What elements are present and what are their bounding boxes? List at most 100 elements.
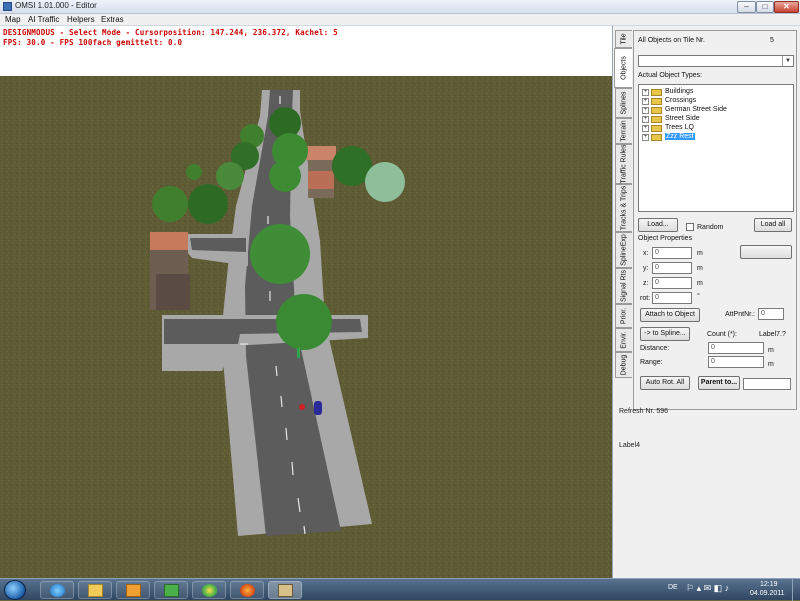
taskbar: DE ⚐ ▴ ✉ ◧ ♪ 12:19 04.09.2011 [0,578,800,601]
label7: Label7.? [759,331,786,338]
menu-extras[interactable]: Extras [101,15,124,24]
x-input[interactable]: 0 [652,247,692,259]
y-input[interactable]: 0 [652,262,692,274]
tree-node-crossings[interactable]: + Crossings [642,97,792,106]
att-pnt-input[interactable]: 0 [758,308,784,320]
tab-debug[interactable]: Debug [615,352,632,378]
folder-icon[interactable] [78,581,112,599]
refresh-counter: Refresh Nr. 596 [619,408,669,415]
tab-objects[interactable]: Objects [614,48,632,88]
omsi-icon[interactable] [268,581,302,599]
expand-icon[interactable]: + [642,116,649,123]
tab-tracks-trips[interactable]: Tracks & Trips [615,184,632,232]
house-right [306,146,336,198]
menu-map[interactable]: Map [5,15,21,24]
start-button[interactable] [4,580,26,600]
tab-spline-exp[interactable]: SplineExp [615,232,632,268]
road-branch-left [190,238,246,252]
tree-node-zzz-rest[interactable]: + Zzz Rest [642,133,792,142]
distance-unit: m [768,347,774,354]
rot-label: rot: [640,295,651,302]
icq-icon[interactable] [192,581,226,599]
range-input[interactable]: 0 [708,356,764,368]
expand-icon[interactable]: + [642,107,649,114]
expand-icon[interactable]: + [642,125,649,132]
tree-node-label: German Street Side [665,106,727,113]
property-action-button[interactable] [740,245,792,259]
tab-label: Signal Rts [620,270,628,302]
ie-icon[interactable] [40,581,74,599]
count-label: Count (*): [707,331,737,338]
z-input[interactable]: 0 [652,277,692,289]
tab-terrain[interactable]: Terrain [615,118,632,144]
load-all-button[interactable]: Load all [754,218,792,232]
y-label: y: [643,265,649,272]
network-icon[interactable] [154,581,188,599]
x-label: x: [643,250,649,257]
clock-date[interactable]: 04.09.2011 [750,590,785,597]
tree-node-trees-lq[interactable]: + Trees LQ [642,124,792,133]
tree-node-buildings[interactable]: + Buildings [642,88,792,97]
tree-node-street-side[interactable]: + Street Side [642,115,792,124]
tab-label: Traffic Rules [620,144,628,184]
random-checkbox[interactable] [686,223,694,231]
tab-traffic-rules[interactable]: Traffic Rules [615,144,632,184]
objects-tab-page: All Objects on Tile Nr. 5 ▼ Actual Objec… [633,30,797,410]
folder-icon [651,125,662,132]
app-icon [3,2,12,11]
tray-icons[interactable]: ⚐ ▴ ✉ ◧ ♪ [686,583,744,597]
tree-node-label: Crossings [665,97,697,104]
show-desktop-button[interactable] [792,579,800,601]
expand-icon[interactable]: + [642,98,649,105]
tab-signal-rts[interactable]: Signal Rts [615,268,632,304]
expand-icon[interactable]: + [642,134,649,141]
distance-input[interactable]: 0 [708,342,764,354]
firefox-icon[interactable] [230,581,264,599]
clock-time[interactable]: 12:19 [760,581,778,588]
tab-tile[interactable]: Tile [615,30,632,48]
house-left [150,232,190,310]
tab-envir[interactable]: Envir. [615,328,632,352]
folder-icon [651,134,662,141]
title-bar: OMSI 1.01.000 - Editor – □ ✕ [0,0,800,14]
tab-label: Tile [620,33,628,45]
object-select-dropdown[interactable]: ▼ [638,55,794,67]
menu-ai-traffic[interactable]: AI Traffic [28,15,59,24]
auto-rot-all-button[interactable]: Auto Rot. All [640,376,690,390]
parent-input[interactable] [743,378,791,390]
folder-icon [651,98,662,105]
attach-to-object-button[interactable]: Attach to Object [640,308,700,322]
media-player-icon[interactable] [116,581,150,599]
tab-prior[interactable]: Prior. [615,304,632,328]
tab-label: SplineExp [620,234,628,266]
minimize-button[interactable]: – [737,1,756,13]
maximize-button[interactable]: □ [756,1,774,13]
label4: Label4 [619,442,641,449]
object-type-tree[interactable]: + Buildings + Crossings + German Street … [638,84,794,212]
menu-helpers[interactable]: Helpers [67,15,95,24]
bus-stop-sign [297,348,300,358]
tab-splines[interactable]: Splines [615,88,632,118]
random-label: Random [697,224,724,231]
to-spline-button[interactable]: -> to Spline... [640,327,690,341]
parent-to-button[interactable]: Parent to... [698,376,740,390]
expand-icon[interactable]: + [642,89,649,96]
tree-node-label: Trees LQ [665,124,694,131]
close-button[interactable]: ✕ [774,1,799,13]
load-button[interactable]: Load... [638,218,678,232]
tree-node-label: Zzz Rest [665,133,695,140]
hud-status-line: DESIGNMODUS - Select Mode - Cursorpositi… [3,28,338,37]
tree-node-label: Street Side [665,115,700,122]
3d-viewport[interactable]: DESIGNMODUS - Select Mode - Cursorpositi… [0,26,612,578]
objects-on-tile-label: All Objects on Tile Nr. [638,37,705,44]
tab-label: Prior. [620,307,628,325]
range-label: Range: [640,359,663,366]
tab-label: Terrain [620,120,628,142]
editor-window: OMSI 1.01.000 - Editor – □ ✕ Map AI Traf… [0,0,800,578]
tab-label: Splines [620,91,628,115]
tree-node-german-street-side[interactable]: + German Street Side [642,106,792,115]
rot-input[interactable]: 0 [652,292,692,304]
folder-icon [651,116,662,123]
vehicle-marker [314,401,322,415]
language-indicator[interactable]: DE [668,584,678,591]
